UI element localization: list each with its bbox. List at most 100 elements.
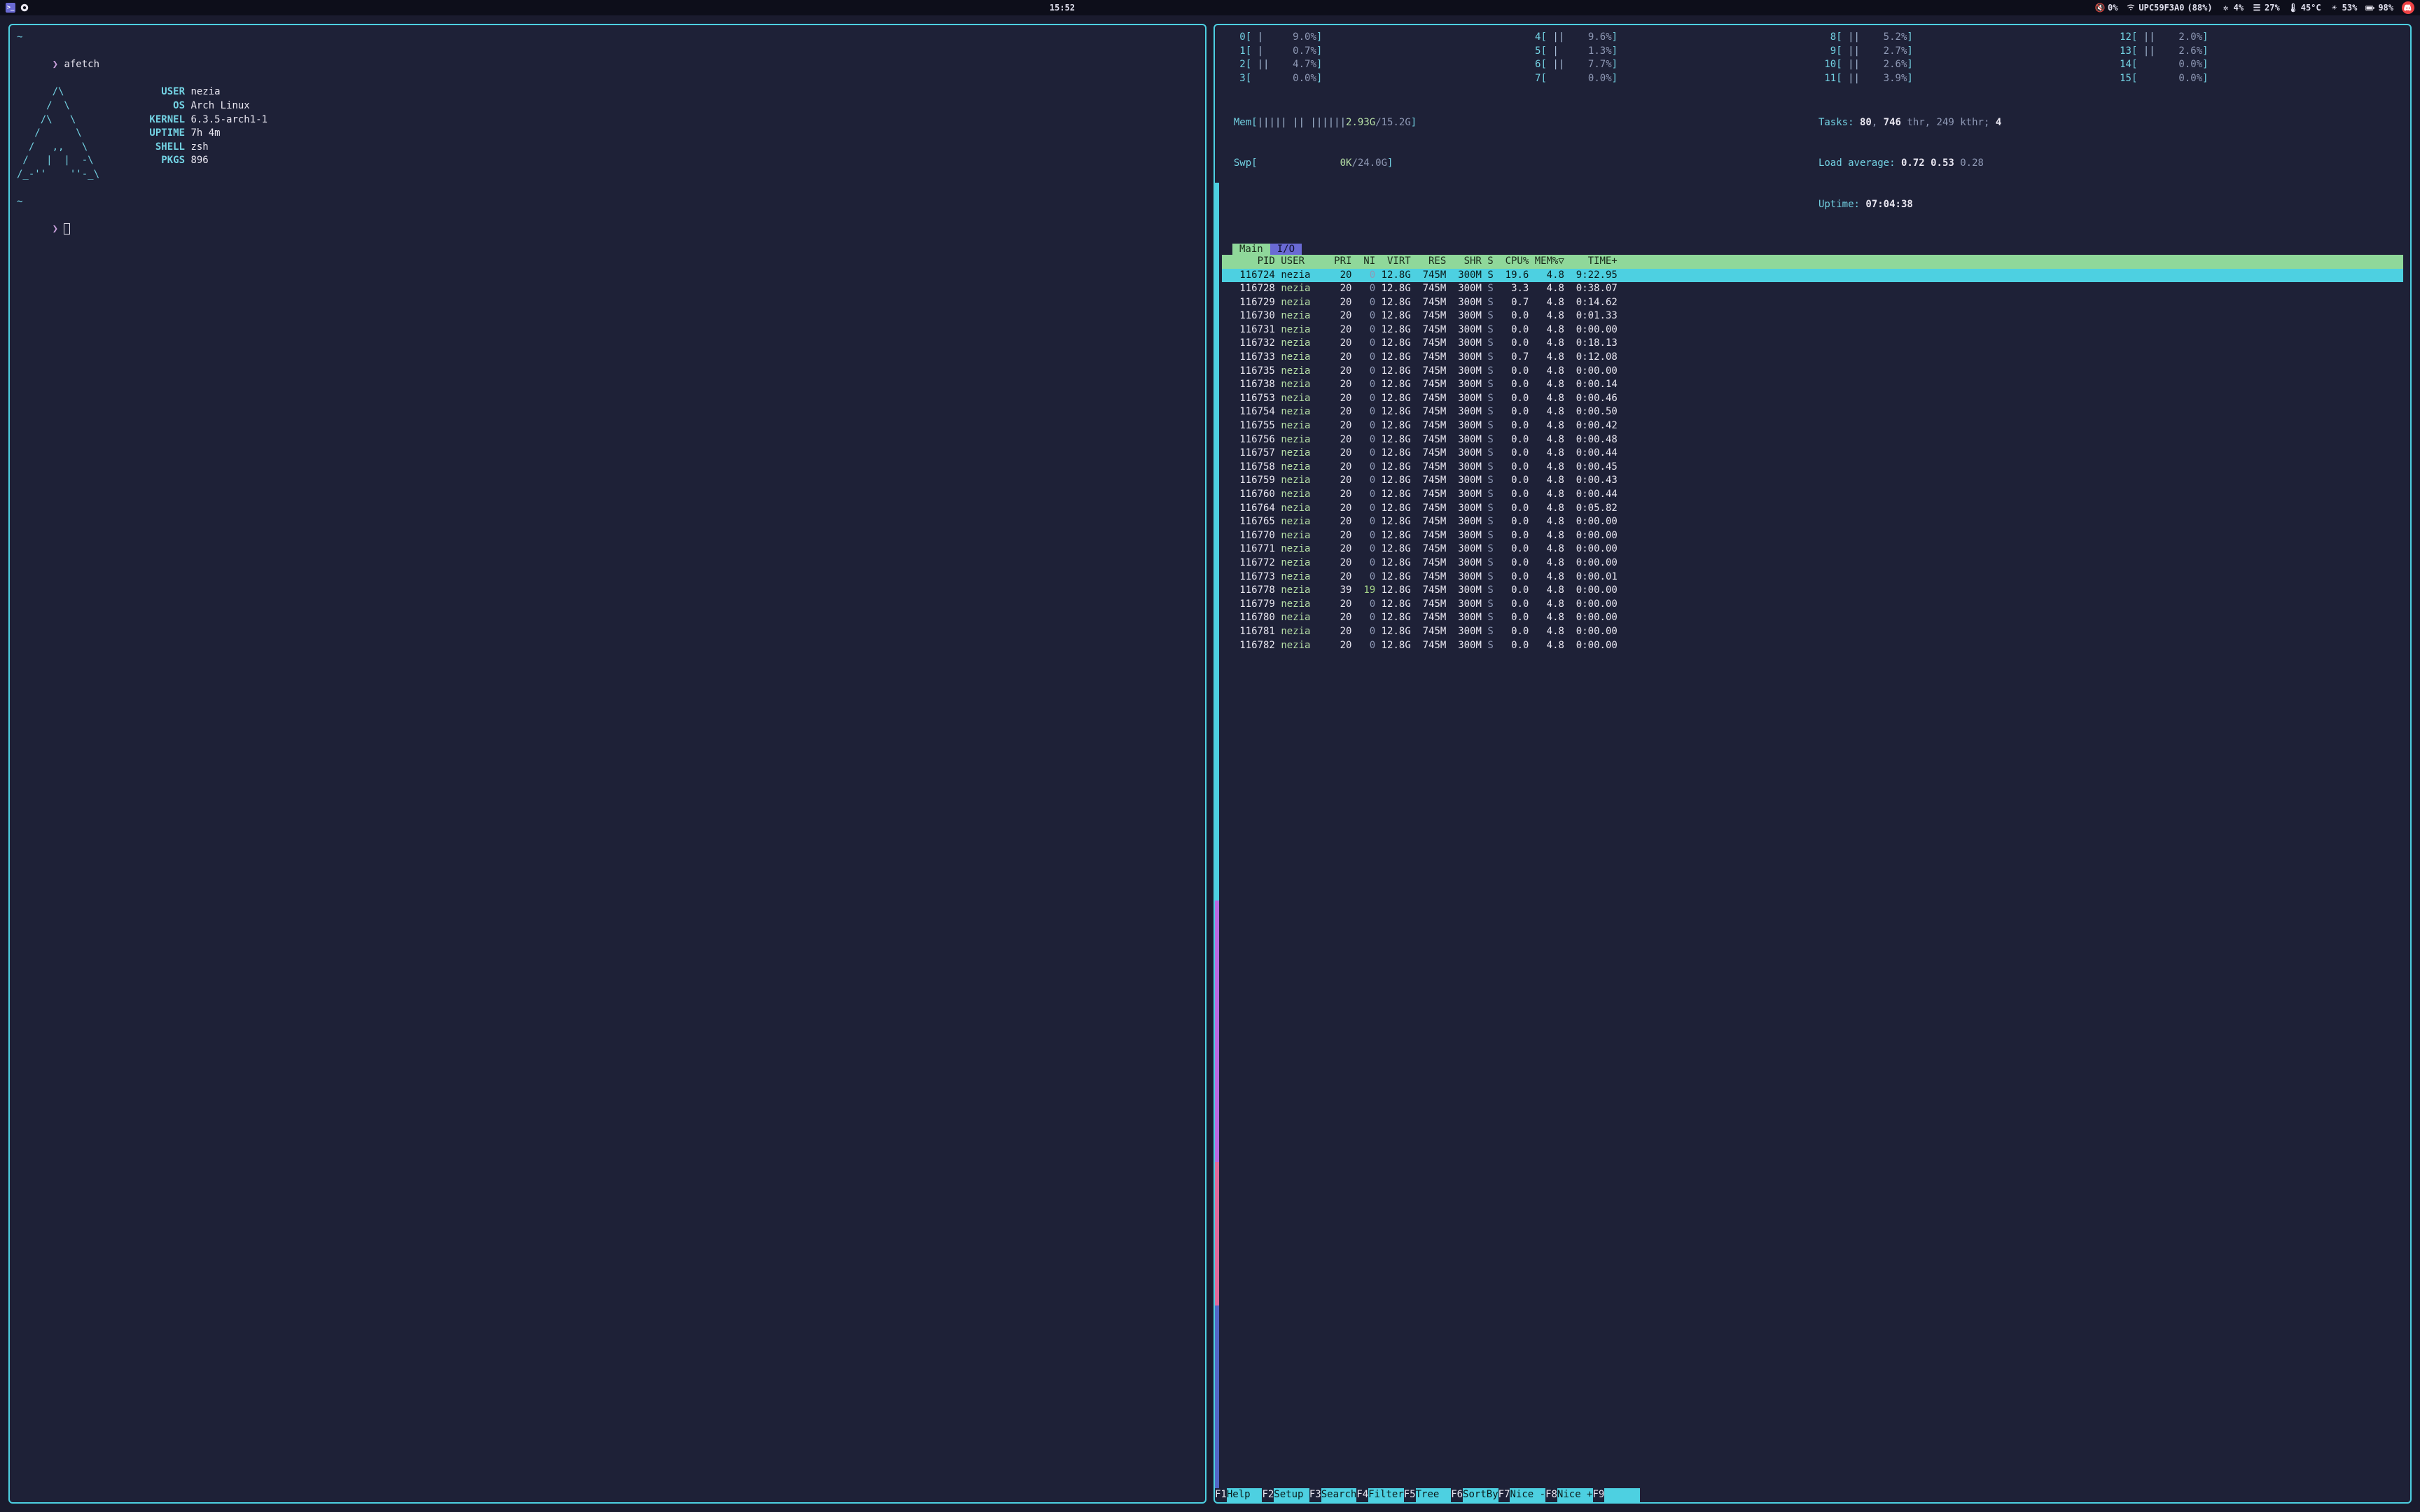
process-row[interactable]: 116738 nezia 20 0 12.8G 745M 300M S 0.0 … (1222, 378, 2403, 392)
fnkey-f9[interactable]: F9 (1593, 1488, 1605, 1502)
process-row[interactable]: 116755 nezia 20 0 12.8G 745M 300M S 0.0 … (1222, 419, 2403, 433)
cpu-meter-13: 13[ || 2.6%] (2108, 45, 2403, 59)
process-row[interactable]: 116731 nezia 20 0 12.8G 745M 300M S 0.0 … (1222, 323, 2403, 337)
fnlabel-f9[interactable] (1604, 1488, 1640, 1502)
process-row[interactable]: 116732 nezia 20 0 12.8G 745M 300M S 0.0 … (1222, 337, 2403, 351)
process-table-body[interactable]: 116724 nezia 20 0 12.8G 745M 300M S 19.6… (1222, 269, 2403, 1497)
fnlabel-f1[interactable]: Help (1227, 1488, 1263, 1502)
settings-indicator[interactable]: ✲ 4% (2221, 3, 2244, 13)
process-table-header[interactable]: PID USER PRI NI VIRT RES SHR S CPU% MEM%… (1222, 255, 2403, 269)
afetch-label: UPTIME (143, 127, 185, 141)
temp-value: 45°C (2301, 3, 2321, 13)
cursor[interactable] (64, 223, 70, 234)
cpu-meter-8: 8[ || 5.2%] (1813, 31, 2108, 45)
process-row[interactable]: 116735 nezia 20 0 12.8G 745M 300M S 0.0 … (1222, 365, 2403, 379)
fnlabel-f8[interactable]: Nice + (1557, 1488, 1593, 1502)
process-row[interactable]: 116778 nezia 39 19 12.8G 745M 300M S 0.0… (1222, 584, 2403, 598)
htop-fn-bar: F1Help F2Setup F3SearchF4FilterF5Tree F6… (1215, 1488, 2410, 1502)
process-row[interactable]: 116781 nezia 20 0 12.8G 745M 300M S 0.0 … (1222, 625, 2403, 639)
process-row[interactable]: 116779 nezia 20 0 12.8G 745M 300M S 0.0 … (1222, 598, 2403, 612)
fnkey-f2[interactable]: F2 (1262, 1488, 1274, 1502)
volume-indicator[interactable]: 🔇 0% (2095, 3, 2118, 13)
terminal-icon[interactable]: >_ (6, 3, 15, 13)
temperature-indicator[interactable]: 🌡 45°C (2288, 3, 2321, 13)
process-row[interactable]: 116733 nezia 20 0 12.8G 745M 300M S 0.7 … (1222, 351, 2403, 365)
typed-command: afetch (64, 59, 99, 70)
brightness-pct: 53% (2342, 3, 2358, 13)
bars-icon: ☰ (2252, 3, 2262, 13)
sun-icon: ☀ (2330, 3, 2339, 13)
process-row[interactable]: 116728 nezia 20 0 12.8G 745M 300M S 3.3 … (1222, 282, 2403, 296)
process-row[interactable]: 116724 nezia 20 0 12.8G 745M 300M S 19.6… (1222, 269, 2403, 283)
volume-pct: 0% (2108, 3, 2118, 13)
process-row[interactable]: 116760 nezia 20 0 12.8G 745M 300M S 0.0 … (1222, 488, 2403, 502)
battery-icon (2365, 3, 2375, 13)
bars-pct: 27% (2265, 3, 2280, 13)
process-row[interactable]: 116782 nezia 20 0 12.8G 745M 300M S 0.0 … (1222, 639, 2403, 653)
tab-main[interactable]: Main (1232, 244, 1270, 255)
battery-indicator[interactable]: 98% (2365, 3, 2393, 13)
process-row[interactable]: 116730 nezia 20 0 12.8G 745M 300M S 0.0 … (1222, 309, 2403, 323)
prompt-sigil-2: ❯ (53, 223, 64, 234)
afetch-label: OS (143, 99, 185, 113)
process-row[interactable]: 116756 nezia 20 0 12.8G 745M 300M S 0.0 … (1222, 433, 2403, 447)
fnlabel-f7[interactable]: Nice - (1510, 1488, 1545, 1502)
fnkey-f3[interactable]: F3 (1309, 1488, 1321, 1502)
fnkey-f4[interactable]: F4 (1356, 1488, 1368, 1502)
brightness-indicator[interactable]: ☀ 53% (2330, 3, 2358, 13)
battery-pct: 98% (2378, 3, 2393, 13)
gear-icon: ✲ (2221, 3, 2231, 13)
cpu-meter-9: 9[ || 2.7%] (1813, 45, 2108, 59)
afetch-value: nezia (190, 86, 220, 97)
process-row[interactable]: 116773 nezia 20 0 12.8G 745M 300M S 0.0 … (1222, 570, 2403, 584)
tab-io[interactable]: I/O (1270, 244, 1302, 255)
process-row[interactable]: 116764 nezia 20 0 12.8G 745M 300M S 0.0 … (1222, 502, 2403, 516)
process-row[interactable]: 116765 nezia 20 0 12.8G 745M 300M S 0.0 … (1222, 515, 2403, 529)
cwd-tilde-2: ~ (17, 196, 22, 207)
process-row[interactable]: 116729 nezia 20 0 12.8G 745M 300M S 0.7 … (1222, 296, 2403, 310)
process-row[interactable]: 116772 nezia 20 0 12.8G 745M 300M S 0.0 … (1222, 556, 2403, 570)
cpu-meter-6: 6[ || 7.7%] (1517, 58, 1813, 72)
prompt-sigil: ❯ (53, 59, 64, 70)
process-row[interactable]: 116780 nezia 20 0 12.8G 745M 300M S 0.0 … (1222, 611, 2403, 625)
process-row[interactable]: 116770 nezia 20 0 12.8G 745M 300M S 0.0 … (1222, 529, 2403, 543)
fnkey-f1[interactable]: F1 (1215, 1488, 1227, 1502)
wifi-indicator[interactable]: UPC59F3A0 (88%) (2126, 3, 2212, 13)
fnkey-f7[interactable]: F7 (1498, 1488, 1510, 1502)
cpu-meter-15: 15[ 0.0%] (2108, 72, 2403, 86)
fnlabel-f3[interactable]: Search (1321, 1488, 1357, 1502)
cpu-meter-11: 11[ || 3.9%] (1813, 72, 2108, 86)
process-row[interactable]: 116753 nezia 20 0 12.8G 745M 300M S 0.0 … (1222, 392, 2403, 406)
process-row[interactable]: 116771 nezia 20 0 12.8G 745M 300M S 0.0 … (1222, 542, 2403, 556)
process-row[interactable]: 116754 nezia 20 0 12.8G 745M 300M S 0.0 … (1222, 405, 2403, 419)
thermometer-icon: 🌡 (2288, 3, 2298, 13)
afetch-ascii-art: /\ / \ /\ \ / \ / ,, \ / | | -\ /_-'' ''… (17, 85, 143, 181)
discord-icon[interactable] (2402, 1, 2414, 14)
fnkey-f8[interactable]: F8 (1545, 1488, 1557, 1502)
afetch-value: 896 (190, 155, 208, 166)
process-row[interactable]: 116757 nezia 20 0 12.8G 745M 300M S 0.0 … (1222, 447, 2403, 461)
fnlabel-f5[interactable]: Tree (1416, 1488, 1452, 1502)
wifi-signal-pct: (88%) (2187, 3, 2212, 13)
browser-icon[interactable] (20, 3, 29, 13)
cpu-meter-2: 2[ || 4.7%] (1222, 58, 1517, 72)
fnkey-f5[interactable]: F5 (1404, 1488, 1416, 1502)
fnlabel-f6[interactable]: SortBy (1463, 1488, 1498, 1502)
terminal-pane-left[interactable]: ~ ❯ afetch /\ / \ /\ \ / \ / ,, \ / | | … (8, 24, 1206, 1504)
htop-mem-swap-tasks: Mem[||||| || ||||||2.93G/15.2G] Tasks: 8… (1222, 88, 2403, 242)
cpu-meter-1: 1[ | 0.7%] (1222, 45, 1517, 59)
htop-scroll-strip[interactable] (1215, 183, 1219, 1488)
menu-indicator[interactable]: ☰ 27% (2252, 3, 2280, 13)
process-row[interactable]: 116758 nezia 20 0 12.8G 745M 300M S 0.0 … (1222, 461, 2403, 475)
cpu-meter-5: 5[ | 1.3%] (1517, 45, 1813, 59)
afetch-value: zsh (190, 141, 208, 153)
fnkey-f6[interactable]: F6 (1451, 1488, 1463, 1502)
wifi-ssid: UPC59F3A0 (2139, 3, 2184, 13)
process-row[interactable]: 116759 nezia 20 0 12.8G 745M 300M S 0.0 … (1222, 474, 2403, 488)
speaker-muted-icon: 🔇 (2095, 3, 2105, 13)
top-status-bar: >_ 15:52 🔇 0% UPC59F3A0 (88%) ✲ 4% ☰ 27%… (0, 0, 2420, 15)
clock[interactable]: 15:52 (29, 3, 2095, 13)
terminal-pane-right-htop[interactable]: 0[ | 9.0%] 4[ || 9.6%] 8[ || 5.2%] 12[ |… (1214, 24, 2412, 1504)
fnlabel-f2[interactable]: Setup (1274, 1488, 1309, 1502)
fnlabel-f4[interactable]: Filter (1368, 1488, 1404, 1502)
